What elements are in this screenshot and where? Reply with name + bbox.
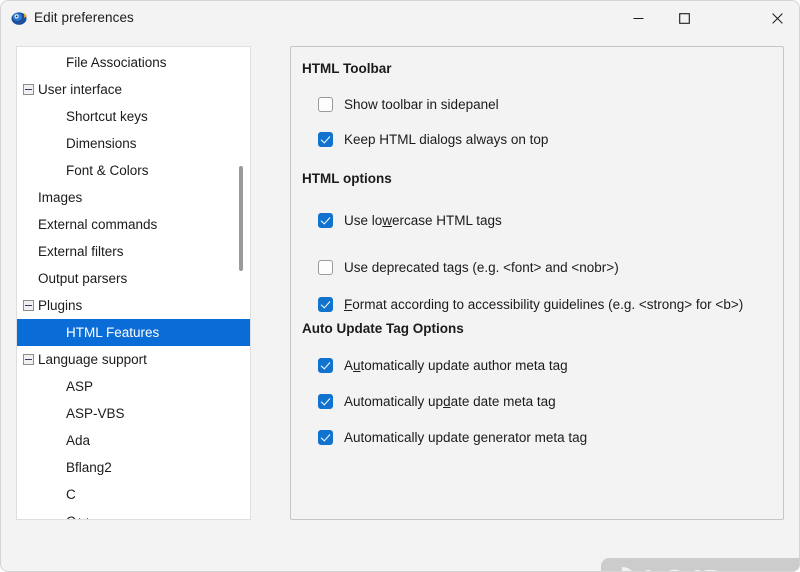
sidebar-item-font-colors[interactable]: Font & Colors [17,157,250,184]
sidebar-item-ada[interactable]: Ada [17,427,250,454]
checkbox-checked-icon[interactable] [318,358,333,373]
checkbox-row-format-according-to-accessibility-guidelines-e-g[interactable]: Format according to accessibility guidel… [318,297,743,312]
checkbox-checked-icon[interactable] [318,132,333,147]
checkbox-row-use-lowercase-html-tags[interactable]: Use lowercase HTML tags [318,213,502,228]
sidebar-item-bflang2[interactable]: Bflang2 [17,454,250,481]
sidebar-item-language-support[interactable]: Language support [17,346,250,373]
preferences-tree[interactable]: File Associations User interface Shortcut … [16,46,251,520]
watermark-text: LO4D [644,563,725,572]
sidebar-item-label: Font & Colors [66,163,149,178]
checkbox-row-automatically-update-date-meta-tag[interactable]: Automatically update date meta tag [318,394,556,409]
checkbox-row-automatically-update-author-meta-tag[interactable]: Automatically update author meta tag [318,358,568,373]
sidebar-item-label: C++ [66,514,92,519]
checkbox-label: Keep HTML dialogs always on top [344,132,549,147]
checkbox-row-show-toolbar-in-sidepanel[interactable]: Show toolbar in sidepanel [318,97,499,112]
sidebar-item-label: Ada [66,433,91,448]
sidebar-item-label: External filters [38,244,124,259]
checkbox-label: Automatically update date meta tag [344,394,556,409]
checkbox-unchecked-icon[interactable] [318,97,333,112]
checkbox-label: Format according to accessibility guidel… [344,297,744,312]
sidebar-item-label: Images [38,190,83,205]
checkbox-checked-icon[interactable] [318,394,333,409]
group-title-html-options: HTML options [302,171,392,186]
checkbox-checked-icon[interactable] [318,297,333,312]
sidebar-item-dimensions[interactable]: Dimensions [17,130,250,157]
sidebar-item-external-commands[interactable]: External commands [17,211,250,238]
sidebar-item-images[interactable]: Images [17,184,250,211]
sidebar-item-asp[interactable]: ASP [17,373,250,400]
tree-collapse-icon[interactable] [23,84,34,95]
sidebar-item-plugins[interactable]: Plugins [17,292,250,319]
sidebar-item-html-features[interactable]: HTML Features [17,319,250,346]
edit-preferences-window: Edit preferences File Associations User i… [0,0,800,572]
bluefish-app-icon [11,10,28,27]
checkbox-row-keep-html-dialogs-always-on-top[interactable]: Keep HTML dialogs always on top [318,132,548,147]
circular-arrow-logo [607,566,637,572]
dialog-content: File Associations User interface Shortcut … [0,37,800,572]
sidebar-item-label: User interface [38,82,123,97]
sidebar-item-label: File Associations [66,55,167,70]
sidebar-item-label: ASP-VBS [66,406,125,421]
sidebar-item-label: C [66,487,76,502]
checkbox-checked-icon[interactable] [318,213,333,228]
sidebar-item-label: Output parsers [38,271,128,286]
checkbox-row-automatically-update-generator-meta-tag[interactable]: Automatically update generator meta tag [318,430,587,445]
checkbox-unchecked-icon[interactable] [318,260,333,275]
lo4d-watermark: LO4D .com [601,558,800,572]
sidebar-item-label: HTML Features [66,325,160,340]
group-title-html-toolbar: HTML Toolbar [302,61,392,76]
sidebar-item-label: Dimensions [66,136,137,151]
checkbox-checked-icon[interactable] [318,430,333,445]
tree-collapse-icon[interactable] [23,354,34,365]
sidebar-item-label: Language support [38,352,147,367]
sidebar-item-shortcut-keys[interactable]: Shortcut keys [17,103,250,130]
sidebar-item-asp-vbs[interactable]: ASP-VBS [17,400,250,427]
group-title-auto-update-tag-options: Auto Update Tag Options [302,321,464,336]
close-icon[interactable] [754,0,800,36]
sidebar-item-label: ASP [66,379,94,394]
sidebar-item-label: External commands [38,217,158,232]
minimize-icon[interactable] [615,0,661,36]
sidebar-item-file-associations[interactable]: File Associations [17,49,250,76]
checkbox-label: Automatically update generator meta tag [344,430,588,445]
checkbox-label: Use deprecated tags (e.g. <font> and <no… [344,260,619,275]
sidebar-item-label: Shortcut keys [66,109,148,124]
sidebar-item-user-interface[interactable]: User interface [17,76,250,103]
title-bar: Edit preferences [0,0,800,37]
checkbox-label: Show toolbar in sidepanel [344,97,499,112]
checkbox-label: Use lowercase HTML tags [344,213,502,228]
tree-collapse-icon[interactable] [23,300,34,311]
html-features-panel: HTML Toolbar Show toolbar in sidepanel Kee… [290,46,784,520]
sidebar-item-c[interactable]: C [17,481,250,508]
sidebar-item-output-parsers[interactable]: Output parsers [17,265,250,292]
checkbox-row-use-deprecated-tags-e-g-font-and-nobr[interactable]: Use deprecated tags (e.g. <font> and <no… [318,260,619,275]
sidebar-item-c[interactable]: C++ [17,508,250,519]
maximize-icon[interactable] [661,0,707,36]
sidebar-item-label: Plugins [38,298,83,313]
sidebar-item-external-filters[interactable]: External filters [17,238,250,265]
checkbox-label: Automatically update author meta tag [344,358,568,373]
sidebar-item-label: Bflang2 [66,460,112,475]
window-title: Edit preferences [34,10,134,25]
